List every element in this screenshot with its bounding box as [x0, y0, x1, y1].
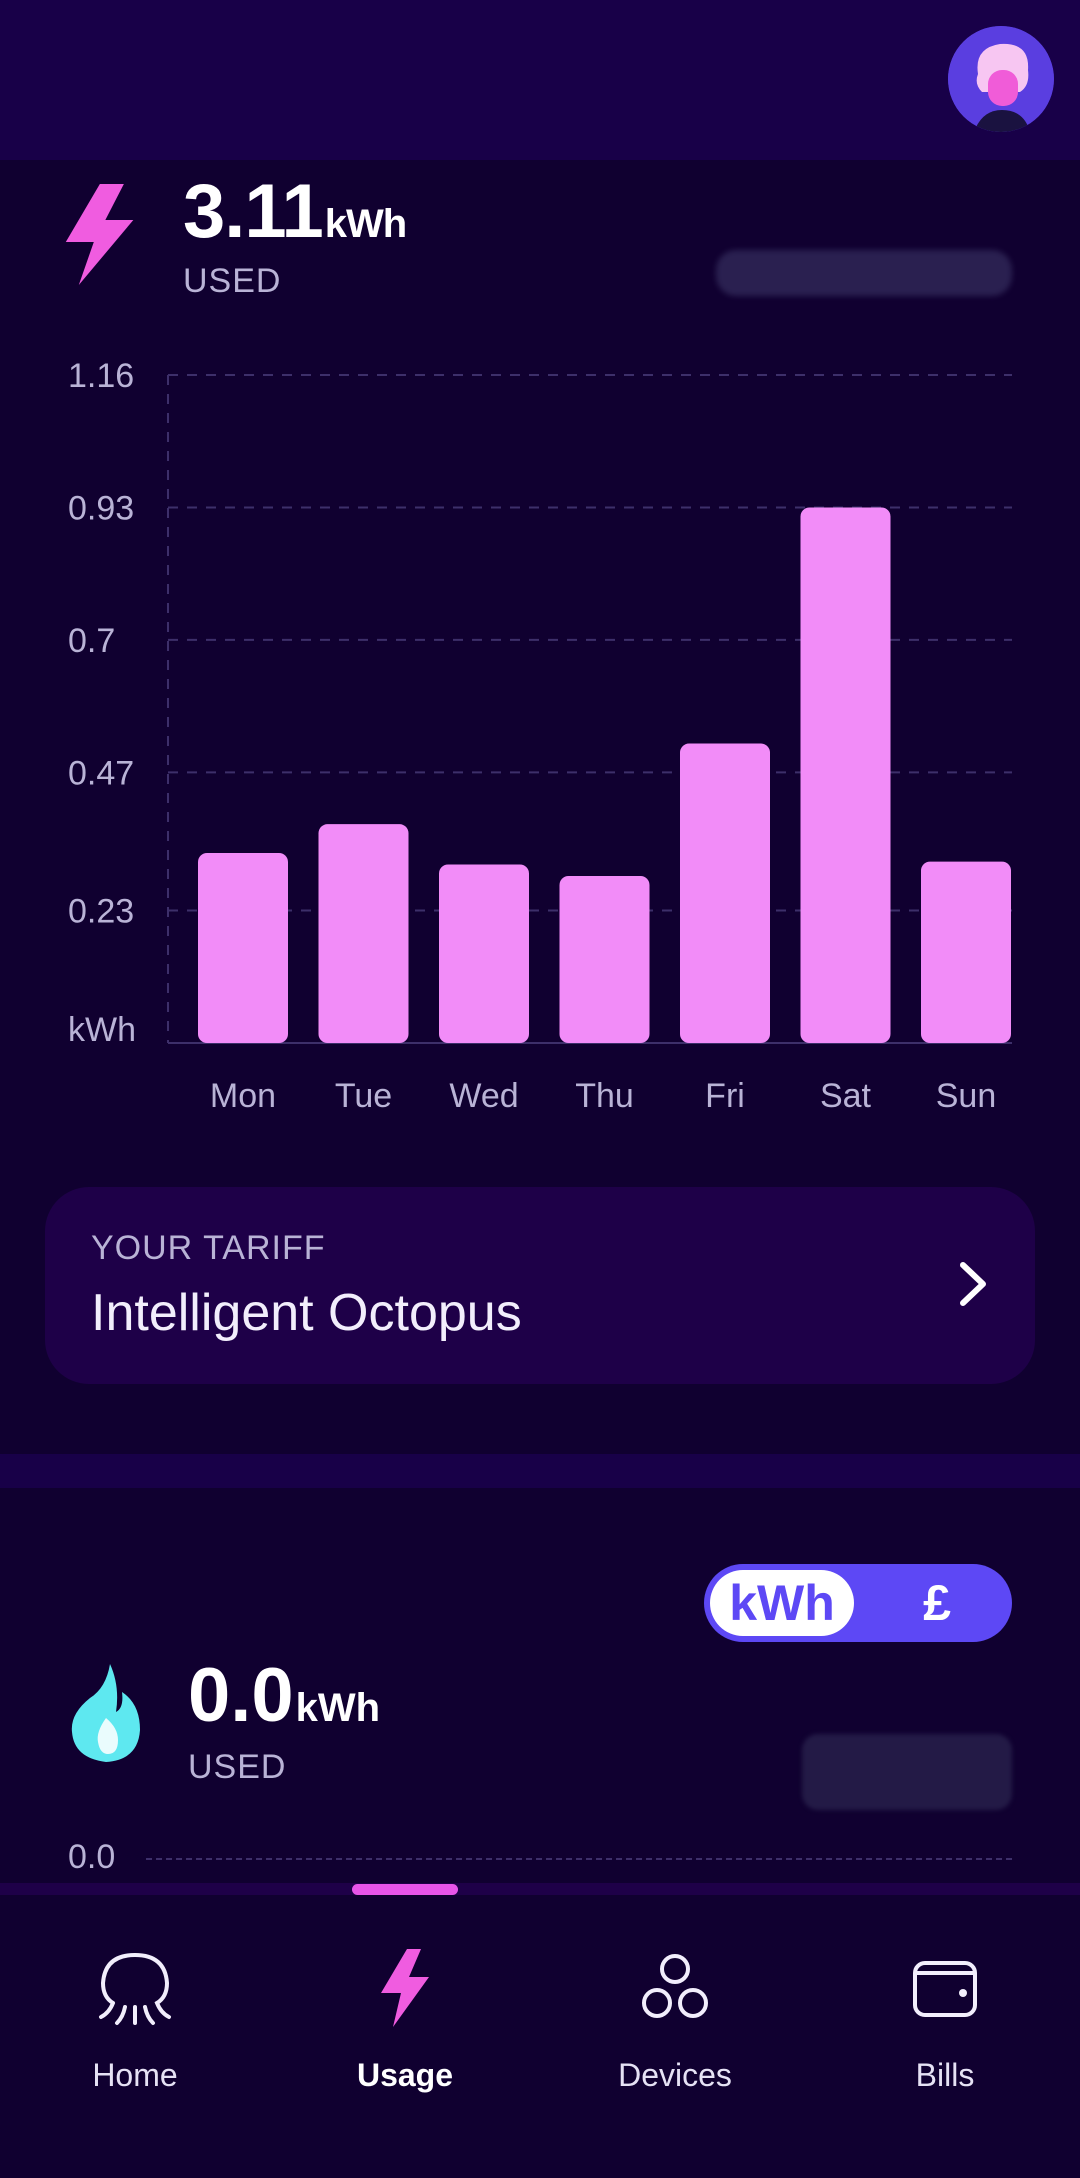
bar-sun — [921, 861, 1011, 1043]
nav-active-indicator — [352, 1884, 458, 1895]
bar-fri — [680, 743, 770, 1043]
gas-chart-zero-tick: 0.0 — [68, 1838, 116, 1876]
bar-wed — [439, 864, 529, 1043]
nav-item-home[interactable]: Home — [0, 1895, 270, 2095]
avatar[interactable] — [948, 26, 1054, 132]
electricity-used-label: USED — [183, 262, 282, 300]
bottom-nav: Home Usage Devices Bills — [0, 1895, 1080, 2178]
y-tick-label: 1.16 — [68, 357, 134, 395]
x-tick-label: Fri — [705, 1077, 745, 1115]
electricity-used-value: 3.11kWh — [183, 169, 407, 254]
nav-label-home: Home — [92, 2057, 178, 2093]
x-tick-label: Sat — [820, 1077, 872, 1115]
bar-thu — [559, 876, 650, 1043]
tariff-name: Intelligent Octopus — [91, 1284, 522, 1342]
x-tick-label: Tue — [335, 1077, 392, 1115]
x-tick-label: Sun — [936, 1077, 997, 1115]
bar-sat — [800, 507, 891, 1044]
nav-label-devices: Devices — [618, 2057, 732, 2093]
electricity-bolt-icon — [65, 184, 134, 285]
redacted-block — [802, 1734, 1012, 1810]
y-axis-unit-label: kWh — [68, 1011, 136, 1049]
bar-mon — [198, 852, 288, 1043]
gas-chart-grid-line — [146, 1858, 1012, 1860]
electricity-used-unit: kWh — [324, 202, 407, 246]
x-tick-label: Mon — [210, 1077, 276, 1115]
devices-icon — [642, 1954, 708, 2018]
nav-item-usage[interactable]: Usage — [270, 1895, 540, 2095]
bar-tue — [318, 824, 409, 1043]
redacted-block — [716, 250, 1012, 296]
nav-item-devices[interactable]: Devices — [540, 1895, 810, 2095]
tariff-label: YOUR TARIFF — [91, 1229, 326, 1267]
x-tick-label: Thu — [575, 1077, 634, 1115]
section-divider — [0, 1454, 1080, 1488]
octopus-icon — [99, 1953, 171, 2025]
top-bar — [0, 0, 1080, 160]
x-tick-label: Wed — [449, 1077, 518, 1115]
y-tick-label: 0.7 — [68, 622, 115, 660]
y-tick-label: 0.23 — [68, 893, 134, 931]
nav-item-bills[interactable]: Bills — [810, 1895, 1080, 2095]
tariff-card[interactable]: YOUR TARIFF Intelligent Octopus — [45, 1187, 1035, 1384]
gas-flame-icon — [71, 1664, 140, 1762]
toggle-kwh-option[interactable]: kWh — [710, 1570, 854, 1636]
gas-used-unit: kWh — [295, 1686, 381, 1730]
y-tick-label: 0.93 — [68, 489, 134, 527]
avatar-image — [948, 26, 1054, 132]
nav-divider — [0, 1883, 1080, 1895]
chevron-right-icon — [960, 1262, 986, 1306]
electricity-usage-chart: 0.23 0.47 0.7 0.93 1.16 kWh Mon Tue Wed Thu Fri Sat… — [68, 357, 1012, 1115]
unit-toggle[interactable]: kWh £ — [704, 1564, 1012, 1642]
y-tick-label: 0.47 — [68, 754, 134, 792]
nav-label-usage: Usage — [356, 2057, 454, 2093]
toggle-pound-option[interactable]: £ — [868, 1570, 1006, 1636]
bolt-icon — [381, 1949, 429, 2027]
nav-label-bills: Bills — [915, 2057, 975, 2093]
gas-used-label: USED — [188, 1748, 287, 1786]
gas-used-value: 0.0kWh — [188, 1653, 381, 1738]
wallet-icon — [913, 1961, 977, 2017]
